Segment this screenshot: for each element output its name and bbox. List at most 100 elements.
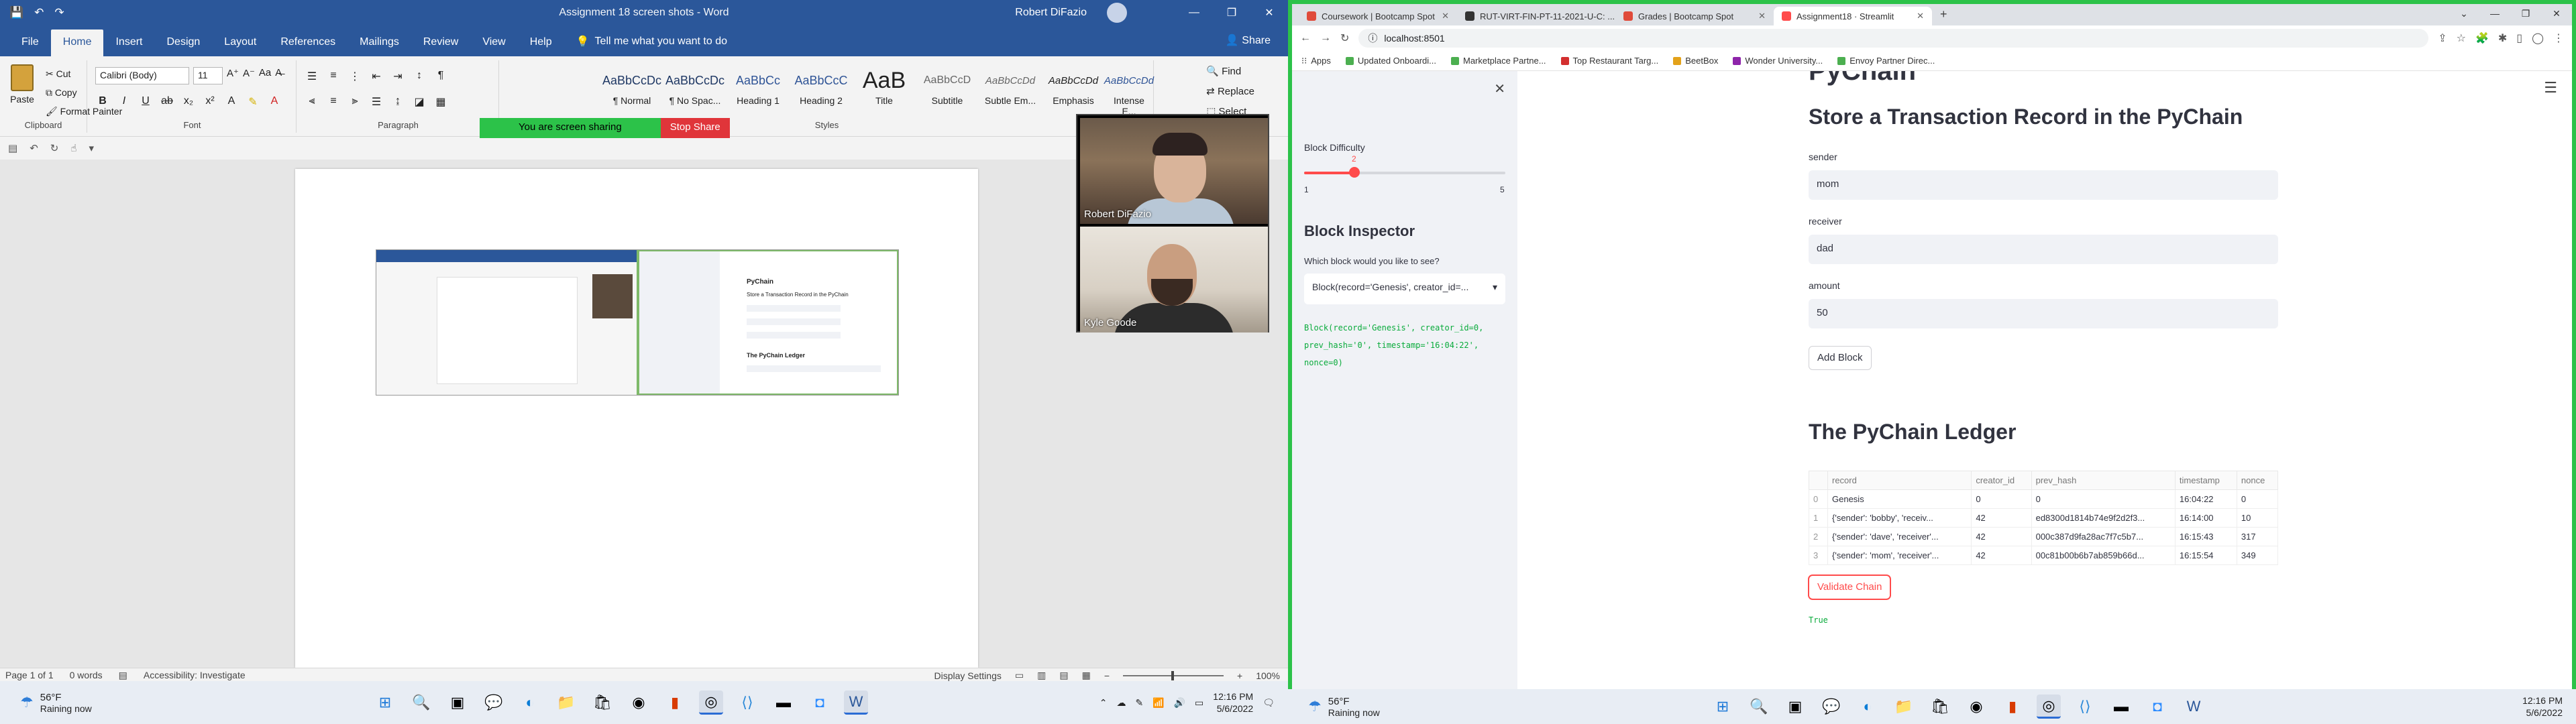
file-explorer-icon[interactable]: 📁: [554, 690, 578, 715]
accessibility-status[interactable]: Accessibility: Investigate: [144, 670, 246, 681]
edge-icon[interactable]: ◐: [1856, 695, 1880, 719]
minimize-button[interactable]: —: [2479, 4, 2510, 23]
add-block-button[interactable]: Add Block: [1809, 346, 1872, 370]
bookmark-item[interactable]: Envoy Partner Direc...: [1837, 56, 1935, 66]
clock[interactable]: 12:16 PM 5/6/2022: [1213, 690, 1253, 715]
profile-icon[interactable]: ◯: [2532, 32, 2544, 45]
undo-icon[interactable]: ↶: [30, 142, 38, 154]
tab-help[interactable]: Help: [518, 29, 564, 56]
hamburger-menu-icon[interactable]: ☰: [2544, 79, 2557, 97]
tab-design[interactable]: Design: [154, 29, 212, 56]
shrink-font-icon[interactable]: A⁻: [243, 67, 255, 84]
block-difficulty-slider[interactable]: 2: [1304, 154, 1505, 178]
tab-home[interactable]: Home: [50, 29, 104, 56]
search-icon[interactable]: 🔍: [409, 690, 433, 715]
slider-handle[interactable]: [1349, 167, 1360, 178]
read-mode-icon[interactable]: ▥: [1037, 670, 1046, 681]
sort-icon[interactable]: ↕: [412, 70, 427, 83]
browser-tab[interactable]: RUT-VIRT-FIN-PT-11-2021-U-C: ...✕: [1457, 7, 1615, 25]
line-spacing-icon[interactable]: ↨: [390, 95, 405, 109]
video-call-panel[interactable]: Robert DiFazio Kyle Goode: [1076, 114, 1269, 333]
column-header[interactable]: record: [1827, 471, 1972, 490]
back-icon[interactable]: ←: [1300, 32, 1311, 44]
show-marks-icon[interactable]: ¶: [433, 70, 448, 83]
share-button[interactable]: 👤 Share: [1226, 34, 1271, 47]
terminal-icon[interactable]: ▬: [771, 690, 796, 715]
video-tile-robert[interactable]: Robert DiFazio: [1080, 118, 1268, 224]
redo-icon[interactable]: ↻: [50, 142, 59, 154]
strikethrough-icon[interactable]: ab: [160, 95, 174, 109]
tell-me-box[interactable]: 💡 Tell me what you want to do: [564, 28, 739, 56]
stop-share-button[interactable]: Stop Share: [660, 118, 730, 138]
extension-icon[interactable]: 🧩: [2475, 32, 2489, 45]
vscode-icon[interactable]: ⟨⟩: [2073, 695, 2097, 719]
windows-start-icon[interactable]: ⊞: [1711, 695, 1735, 719]
column-header[interactable]: timestamp: [2174, 471, 2237, 490]
align-center-icon[interactable]: ≡: [326, 95, 341, 109]
italic-icon[interactable]: I: [117, 95, 131, 109]
zoom-icon[interactable]: ◘: [2145, 695, 2169, 719]
focus-icon[interactable]: ▭: [1015, 670, 1024, 681]
view-icon[interactable]: ▤: [8, 142, 17, 154]
zoom-icon[interactable]: ◘: [808, 690, 832, 715]
print-layout-icon[interactable]: ▤: [1059, 670, 1068, 681]
close-button[interactable]: ✕: [2541, 4, 2572, 23]
zoom-out-icon[interactable]: −: [1104, 670, 1110, 681]
close-tab-icon[interactable]: ✕: [1758, 11, 1766, 21]
web-layout-icon[interactable]: ▦: [1082, 670, 1091, 681]
column-header[interactable]: creator_id: [1971, 471, 2032, 490]
change-case-icon[interactable]: Aa: [259, 67, 271, 84]
page-count[interactable]: Page 1 of 1: [5, 670, 54, 681]
search-icon[interactable]: 🔍: [1747, 695, 1771, 719]
word-icon[interactable]: W: [2182, 695, 2206, 719]
puzzle-icon[interactable]: ✱: [2498, 32, 2507, 45]
column-header[interactable]: nonce: [2236, 471, 2279, 490]
word-icon[interactable]: W: [844, 690, 868, 715]
display-settings[interactable]: Display Settings: [934, 670, 1001, 681]
wifi-icon[interactable]: 📶: [1152, 697, 1164, 709]
chevron-up-icon[interactable]: ⌃: [1099, 697, 1108, 709]
bookmark-item[interactable]: Top Restaurant Targ...: [1560, 56, 1658, 66]
notification-icon[interactable]: 🗨: [1263, 697, 1275, 709]
bookmark-item[interactable]: Updated Onboardi...: [1345, 56, 1436, 66]
weather-widget[interactable]: ☂ 56°F Raining now: [1308, 696, 1380, 718]
tab-layout[interactable]: Layout: [212, 29, 268, 56]
office-icon[interactable]: ▮: [663, 690, 687, 715]
underline-icon[interactable]: U: [138, 95, 153, 109]
block-select[interactable]: Block(record='Genesis', creator_id=... ▾: [1304, 274, 1505, 304]
tab-file[interactable]: File: [9, 29, 51, 56]
style-normal[interactable]: AaBbCcDc ¶ Normal: [601, 66, 663, 114]
terminal-icon[interactable]: ▬: [2109, 695, 2133, 719]
edge-icon[interactable]: ◐: [518, 690, 542, 715]
touch-mode-icon[interactable]: ☝: [70, 142, 76, 154]
vscode-icon[interactable]: ⟨⟩: [735, 690, 759, 715]
address-bar[interactable]: ⓘ localhost:8501: [1358, 29, 2429, 48]
align-left-icon[interactable]: ⫷: [305, 95, 319, 109]
browser-tab[interactable]: Grades | Bootcamp Spot ✕: [1615, 7, 1774, 25]
cloud-icon[interactable]: ☁: [1116, 697, 1126, 709]
multilevel-icon[interactable]: ⋮: [347, 70, 362, 83]
store-icon[interactable]: 🛍: [1928, 695, 1952, 719]
receiver-input[interactable]: dad: [1809, 235, 2278, 264]
reload-icon[interactable]: ↻: [1340, 32, 1349, 45]
close-button[interactable]: ✕: [1250, 0, 1288, 25]
superscript-icon[interactable]: x²: [203, 95, 217, 109]
highlight-icon[interactable]: ✎: [246, 95, 260, 109]
avatar[interactable]: [1107, 3, 1127, 23]
amount-input[interactable]: 50: [1809, 299, 2278, 328]
new-tab-button[interactable]: +: [1932, 3, 1955, 25]
bookmark-item[interactable]: Marketplace Partne...: [1450, 56, 1546, 66]
dell-icon[interactable]: ◉: [627, 690, 651, 715]
subscript-icon[interactable]: x₂: [181, 95, 196, 109]
align-right-icon[interactable]: ⫸: [347, 95, 362, 109]
shading-icon[interactable]: ◪: [412, 95, 427, 109]
numbering-icon[interactable]: ≡: [326, 70, 341, 83]
increase-indent-icon[interactable]: ⇥: [390, 70, 405, 83]
font-size-select[interactable]: 11: [193, 67, 223, 84]
store-icon[interactable]: 🛍: [590, 690, 614, 715]
clock[interactable]: 12:16 PM 5/6/2022: [2522, 695, 2563, 719]
style-heading-1[interactable]: AaBbCc Heading 1: [727, 66, 789, 114]
style-subtle-emphasis[interactable]: AaBbCcDd Subtle Em...: [979, 66, 1041, 114]
dell-icon[interactable]: ◉: [1964, 695, 1988, 719]
bookmark-item[interactable]: Wonder University...: [1733, 56, 1823, 66]
